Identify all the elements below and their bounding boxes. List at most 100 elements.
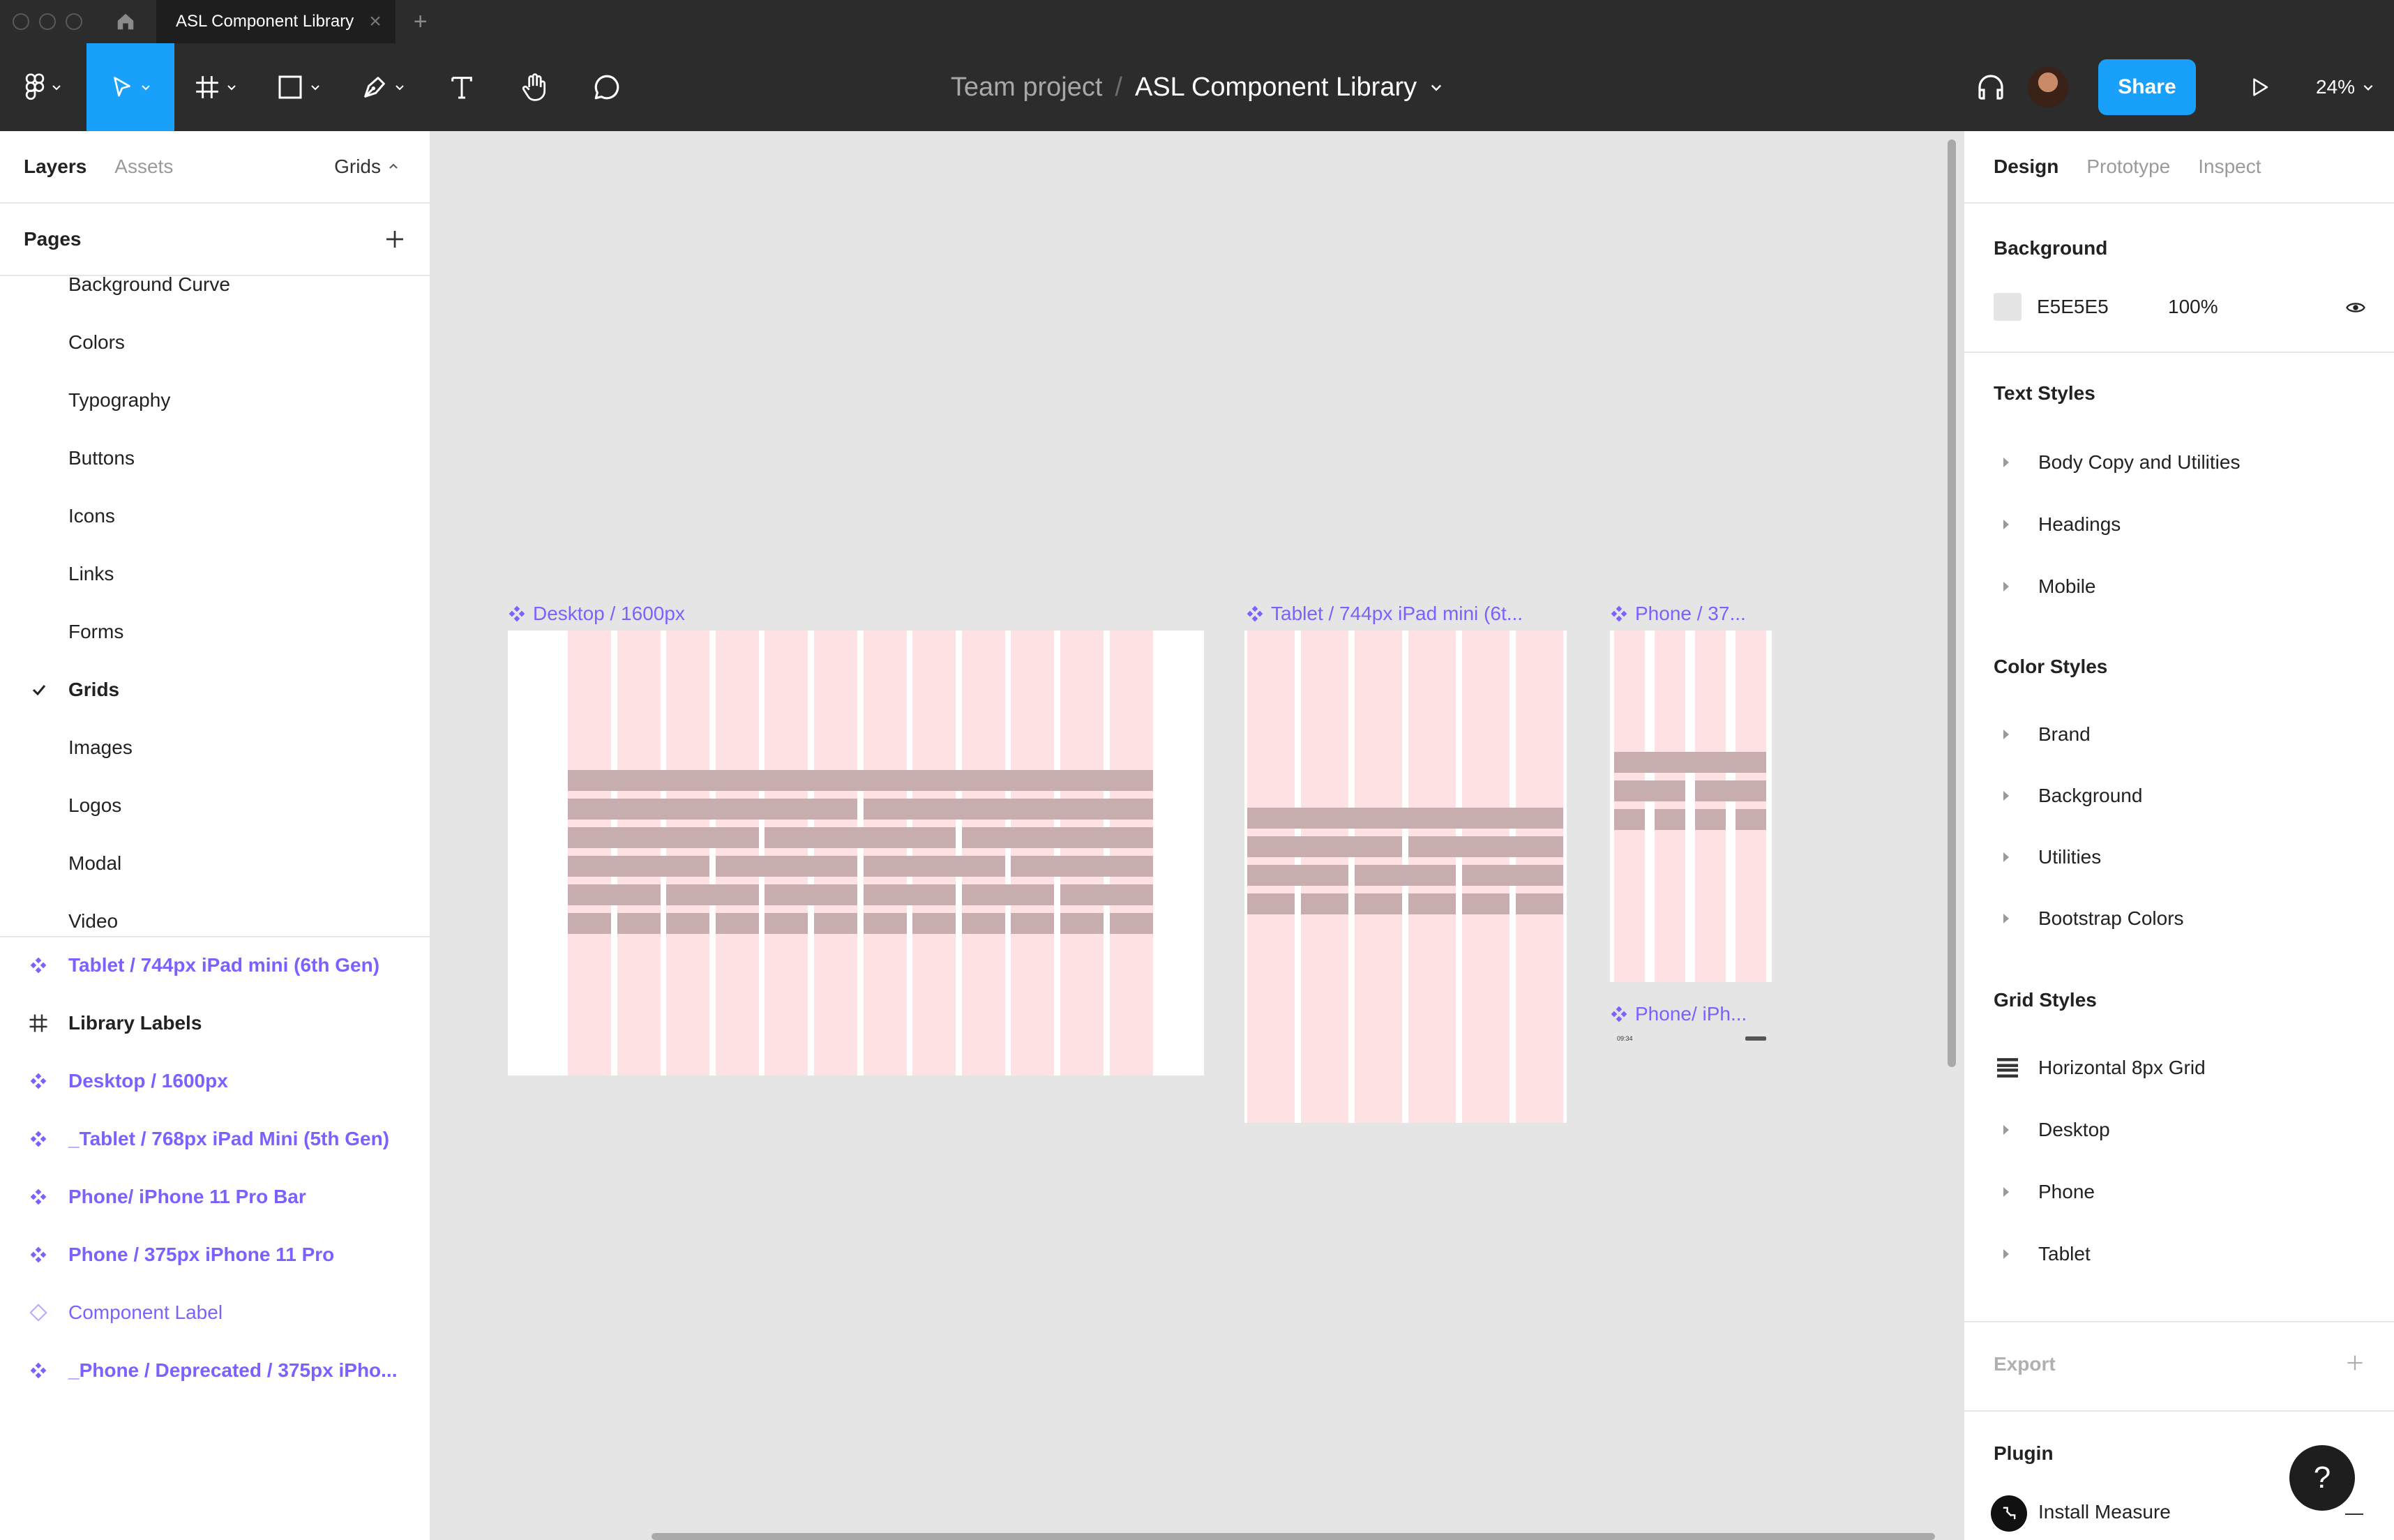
expand-caret-icon[interactable] [2003,730,2009,739]
layer-item[interactable]: Component Label [0,1285,430,1341]
style-item[interactable]: Brand [1964,710,2394,759]
phone-bar-frame[interactable]: 09:34 [1610,1034,1772,1045]
grid-column [715,631,759,1075]
style-item-label: Horizontal 8px Grid [2038,1057,2206,1078]
page-item[interactable]: Video [0,893,430,936]
frame-label-phone-bar[interactable]: Phone/ iPh... [1610,1003,1747,1025]
style-item[interactable]: Utilities [1964,833,2394,882]
toolbar: Team project / ASL Component Library Sha… [0,43,2394,131]
audio-button[interactable] [1956,70,2026,104]
frame-label-desktop[interactable]: Desktop / 1600px [508,603,685,625]
page-item[interactable]: Images [0,720,430,776]
expand-caret-icon[interactable] [2003,1249,2009,1259]
tab-assets[interactable]: Assets [114,156,173,178]
home-icon[interactable] [113,9,138,34]
expand-caret-icon[interactable] [2003,791,2009,801]
minimize-window-button[interactable] [39,13,56,30]
present-button[interactable] [2239,75,2281,99]
page-item[interactable]: Links [0,546,430,602]
style-item[interactable]: Headings [1964,500,2394,549]
add-export-icon[interactable] [2345,1353,2365,1373]
tab-layers[interactable]: Layers [24,156,86,178]
page-item[interactable]: Modal [0,836,430,891]
style-item[interactable]: Tablet [1964,1230,2394,1278]
background-swatch[interactable] [1994,293,2022,321]
frame-label-tablet[interactable]: Tablet / 744px iPad mini (6t... [1246,603,1523,625]
page-item[interactable]: Background Curve [0,276,430,312]
expand-caret-icon[interactable] [2003,852,2009,862]
layer-item[interactable]: Library Labels [0,995,430,1051]
install-measure-link[interactable]: Install Measure [2038,1501,2171,1523]
file-name[interactable]: ASL Component Library [1135,73,1417,103]
eye-icon[interactable] [2344,297,2367,318]
maximize-window-button[interactable] [66,13,82,30]
expand-caret-icon[interactable] [2003,914,2009,923]
add-page-icon[interactable] [384,228,406,250]
page-item[interactable]: Icons [0,488,430,544]
horizontal-scrollbar[interactable] [652,1533,1935,1540]
pen-tool-button[interactable] [340,43,426,131]
file-tab[interactable]: ASL Component Library × [156,0,396,43]
figma-menu-icon [25,73,45,100]
grid-column [1614,631,1645,982]
close-window-button[interactable] [13,13,29,30]
help-button[interactable]: ? [2289,1445,2355,1511]
expand-caret-icon[interactable] [2003,458,2009,467]
share-button[interactable]: Share [2098,59,2196,115]
new-tab-button[interactable]: + [414,10,428,33]
page-item-label: Background Curve [68,276,230,295]
frame-tool-button[interactable] [174,43,257,131]
expand-caret-icon[interactable] [2003,520,2009,529]
tab-inspect[interactable]: Inspect [2198,156,2261,178]
frame-label-phone[interactable]: Phone / 37... [1610,603,1746,625]
page-selector[interactable]: Grids [334,156,399,178]
expand-caret-icon[interactable] [2003,1187,2009,1197]
zoom-menu[interactable]: 24% [2316,76,2374,98]
tab-design[interactable]: Design [1994,156,2058,178]
close-tab-icon[interactable]: × [369,11,382,32]
frame-label-text: Desktop / 1600px [533,603,685,624]
desktop-frame[interactable] [508,631,1204,1075]
chevron-down-icon[interactable] [1429,80,1443,94]
expand-caret-icon[interactable] [2003,1125,2009,1135]
vertical-scrollbar[interactable] [1948,139,1956,1067]
page-item[interactable]: Typography [0,372,430,428]
move-tool-button[interactable] [86,43,174,131]
grid-block [863,884,956,905]
style-item[interactable]: Horizontal 8px Grid [1964,1043,2394,1092]
main-menu-button[interactable] [0,43,86,131]
layer-item[interactable]: _Phone / Deprecated / 375px iPho... [0,1343,430,1398]
expand-caret-icon[interactable] [2003,582,2009,591]
remove-plugin-icon[interactable] [2345,1513,2363,1515]
chevron-down-icon [142,85,150,91]
grid-block [666,884,759,905]
layer-item[interactable]: Phone / 375px iPhone 11 Pro [0,1227,430,1283]
phone-frame[interactable]: 09:34 [1610,631,1772,982]
user-avatar[interactable] [2025,65,2070,110]
tab-prototype[interactable]: Prototype [2086,156,2170,178]
page-item[interactable]: Grids [0,662,430,718]
page-item[interactable]: Buttons [0,430,430,486]
comment-tool-button[interactable] [571,43,643,131]
background-opacity[interactable]: 100% [2168,296,2218,318]
style-item[interactable]: Body Copy and Utilities [1964,438,2394,487]
layer-item[interactable]: Desktop / 1600px [0,1053,430,1109]
page-item[interactable]: Logos [0,778,430,833]
hand-tool-button[interactable] [498,43,571,131]
style-item[interactable]: Background [1964,771,2394,820]
layer-item[interactable]: Tablet / 744px iPad mini (6th Gen) [0,937,430,993]
style-item[interactable]: Mobile [1964,562,2394,611]
style-item[interactable]: Desktop [1964,1105,2394,1154]
layer-item[interactable]: Phone/ iPhone 11 Pro Bar [0,1169,430,1225]
text-tool-button[interactable] [426,43,498,131]
background-hex[interactable]: E5E5E5 [2037,296,2109,318]
page-item[interactable]: Forms [0,604,430,660]
style-item[interactable]: Phone [1964,1168,2394,1216]
layer-item[interactable]: _Tablet / 768px iPad Mini (5th Gen) [0,1111,430,1167]
canvas[interactable]: Desktop / 1600px Tablet / 744px iPad min… [431,131,1963,1540]
shape-tool-button[interactable] [257,43,340,131]
grid-column [1695,631,1726,982]
style-item[interactable]: Bootstrap Colors [1964,894,2394,943]
tablet-frame[interactable] [1244,631,1567,1123]
page-item[interactable]: Colors [0,315,430,370]
